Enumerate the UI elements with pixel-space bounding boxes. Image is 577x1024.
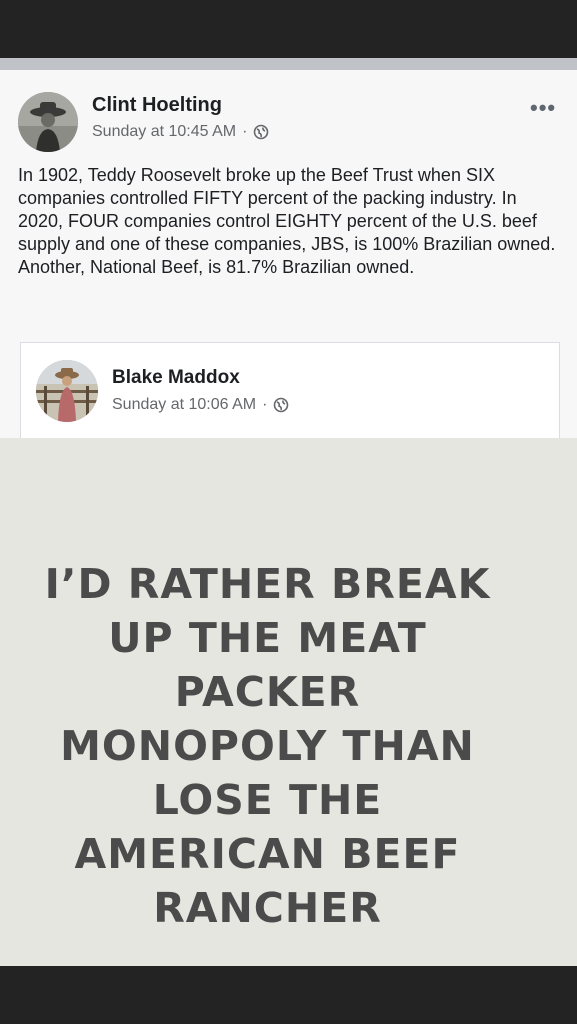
divider-strip — [0, 58, 577, 70]
post-timestamp[interactable]: Sunday at 10:45 AM — [92, 123, 236, 141]
post-meta: Sunday at 10:45 AM · — [92, 123, 269, 141]
top-frame-band — [0, 0, 577, 58]
globe-icon — [274, 397, 289, 413]
author-name[interactable]: Clint Hoelting — [92, 94, 222, 117]
shared-post-timestamp[interactable]: Sunday at 10:06 AM — [112, 396, 256, 414]
meta-separator: · — [262, 396, 268, 413]
shared-author-name[interactable]: Blake Maddox — [112, 367, 240, 389]
meta-separator: · — [242, 123, 248, 140]
bottom-frame-band — [0, 966, 577, 1024]
more-options-icon[interactable]: ••• — [530, 97, 562, 119]
image-quote-text: I’D RATHER BREAK UP THE MEAT PACKER MONO… — [44, 560, 491, 932]
author-avatar[interactable] — [18, 92, 78, 152]
shared-author-avatar[interactable] — [36, 360, 98, 422]
shared-post-meta: Sunday at 10:06 AM · — [112, 396, 289, 414]
globe-icon — [254, 124, 269, 140]
shared-post-card[interactable] — [20, 342, 560, 439]
post-body-text: In 1902, Teddy Roosevelt broke up the Be… — [18, 165, 556, 277]
